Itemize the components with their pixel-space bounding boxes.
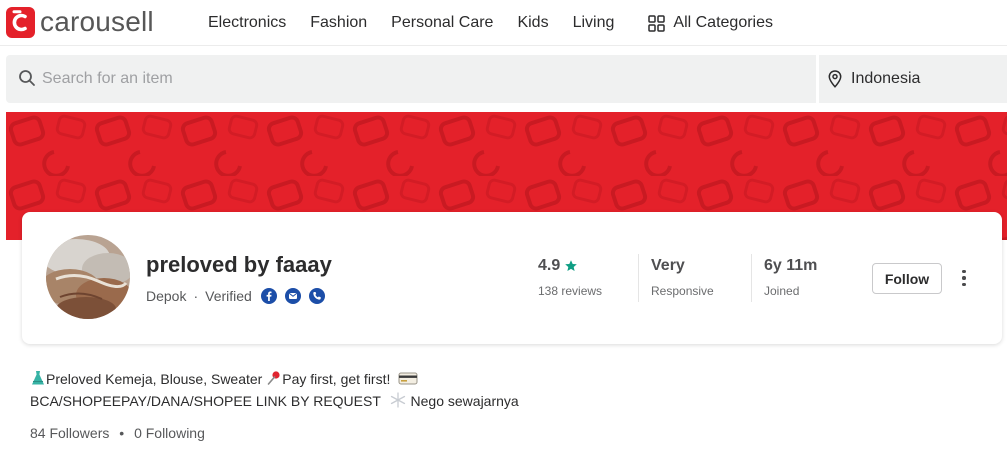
bio-text-1a: Preloved Kemeja, Blouse, Sweater bbox=[46, 371, 263, 387]
more-options-icon[interactable] bbox=[956, 266, 972, 290]
category-nav: Electronics Fashion Personal Care Kids L… bbox=[208, 11, 797, 35]
search-input[interactable] bbox=[42, 55, 802, 103]
follow-separator: • bbox=[119, 425, 125, 441]
seller-meta: Depok · Verified bbox=[146, 288, 333, 304]
seller-bio: Preloved Kemeja, Blouse, Sweater Pay fir… bbox=[30, 368, 990, 412]
following-link[interactable]: 0 Following bbox=[134, 425, 205, 441]
all-categories-label: All Categories bbox=[673, 14, 773, 31]
grid-icon bbox=[648, 14, 666, 32]
star-icon bbox=[565, 260, 578, 271]
nav-personal-care[interactable]: Personal Care bbox=[391, 11, 493, 35]
follow-stats: 84 Followers • 0 Following bbox=[30, 425, 205, 441]
joined-label: Joined bbox=[764, 284, 800, 298]
followers-link[interactable]: 84 Followers bbox=[30, 425, 109, 441]
joined-value: 6y 11m bbox=[764, 257, 818, 274]
facebook-icon bbox=[260, 288, 277, 304]
search-bar bbox=[6, 55, 816, 103]
location-selector[interactable]: Indonesia bbox=[819, 55, 1007, 103]
responsiveness-stat: Very Responsive bbox=[651, 256, 714, 298]
nav-kids[interactable]: Kids bbox=[517, 11, 548, 35]
meta-separator: · bbox=[193, 288, 199, 304]
email-icon bbox=[284, 288, 301, 304]
bio-text-2b: Nego sewajarnya bbox=[410, 393, 519, 409]
stat-divider bbox=[751, 254, 752, 302]
bio-text-1b: Pay first, get first! bbox=[282, 371, 391, 387]
top-navbar: carousell Electronics Fashion Personal C… bbox=[0, 0, 1007, 46]
joined-stat: 6y 11m Joined bbox=[764, 256, 817, 298]
verified-label: Verified bbox=[205, 288, 252, 304]
seller-name: preloved by faaay bbox=[146, 252, 332, 277]
location-pin-icon bbox=[828, 70, 842, 88]
bio-text-2a: BCA/SHOPEEPAY/DANA/SHOPEE LINK BY REQUES… bbox=[30, 393, 381, 409]
avatar[interactable] bbox=[46, 235, 130, 319]
credit-card-emoji-icon bbox=[398, 372, 418, 385]
verified-channels bbox=[260, 288, 333, 304]
responsiveness-label: Responsive bbox=[651, 284, 714, 298]
follow-button[interactable]: Follow bbox=[872, 263, 942, 294]
location-label: Indonesia bbox=[851, 70, 921, 87]
stat-divider bbox=[638, 254, 639, 302]
snowflake-emoji-icon bbox=[390, 392, 405, 408]
rating-value: 4.9 bbox=[538, 257, 561, 274]
rating-stat[interactable]: 4.9 138 reviews bbox=[538, 256, 602, 298]
nav-fashion[interactable]: Fashion bbox=[310, 11, 367, 35]
search-icon bbox=[19, 70, 35, 86]
bio-line-2: BCA/SHOPEEPAY/DANA/SHOPEE LINK BY REQUES… bbox=[30, 390, 990, 412]
reviews-count: 138 reviews bbox=[538, 284, 603, 298]
seller-city: Depok bbox=[146, 288, 187, 304]
dress-emoji-icon bbox=[32, 371, 44, 385]
nav-electronics[interactable]: Electronics bbox=[208, 11, 286, 35]
carousell-logo-icon bbox=[6, 6, 35, 38]
bio-line-1: Preloved Kemeja, Blouse, Sweater Pay fir… bbox=[30, 368, 990, 390]
carousell-logo[interactable]: carousell bbox=[6, 5, 154, 39]
nav-all-categories[interactable]: All Categories bbox=[648, 11, 773, 35]
seller-profile-card: preloved by faaay Depok · Verified 4.9 1… bbox=[22, 212, 1002, 344]
nav-living[interactable]: Living bbox=[573, 11, 615, 35]
phone-icon bbox=[308, 288, 325, 304]
logo-text: carousell bbox=[40, 6, 154, 37]
responsiveness-value: Very bbox=[651, 257, 685, 274]
pushpin-emoji-icon bbox=[267, 371, 280, 385]
